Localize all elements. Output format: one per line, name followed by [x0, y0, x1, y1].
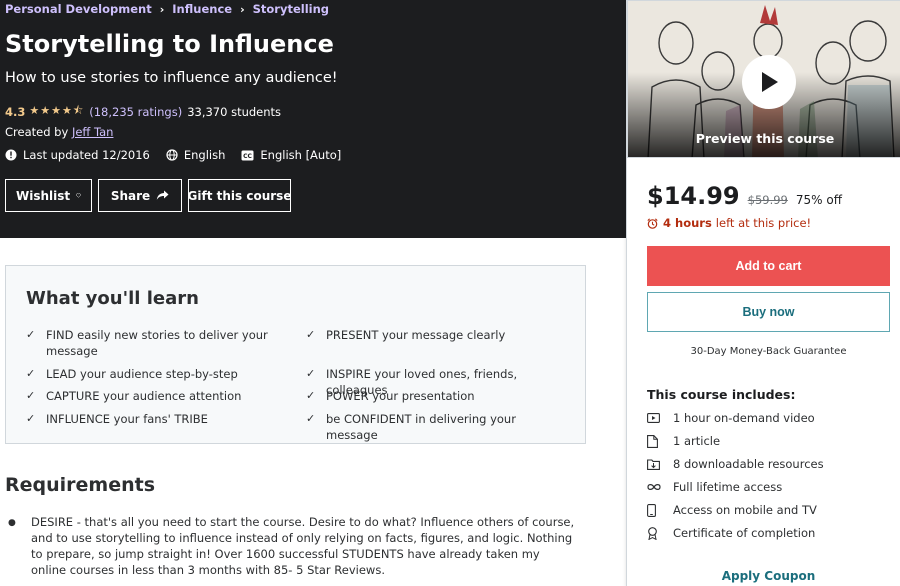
- play-icon: [762, 72, 778, 92]
- breadcrumb-personal-development[interactable]: Personal Development: [5, 2, 152, 16]
- chevron-right-icon: ›: [240, 2, 245, 16]
- language-text: English: [183, 148, 226, 162]
- check-icon: ✓: [26, 367, 36, 380]
- price-row: $14.99 $59.99 75% off: [647, 182, 842, 210]
- learn-title: What you'll learn: [26, 288, 199, 309]
- check-icon: ✓: [306, 328, 316, 341]
- time-left-hours: 4 hours: [663, 216, 712, 230]
- language: English: [166, 148, 226, 162]
- time-left: 4 hours left at this price!: [647, 216, 811, 230]
- heart-icon: [76, 193, 81, 198]
- learn-item-text: LEAD your audience step-by-step: [46, 367, 238, 381]
- include-item: 8 downloadable resources: [647, 457, 824, 471]
- created-by: Created by Jeff Tan: [5, 125, 113, 139]
- wishlist-label: Wishlist: [16, 188, 71, 203]
- what-youll-learn: What you'll learn ✓ FIND easily new stor…: [5, 265, 586, 444]
- learn-item-text: INFLUENCE your fans' TRIBE: [46, 412, 208, 426]
- include-item: Full lifetime access: [647, 480, 782, 494]
- discount-percent: 75% off: [795, 193, 842, 207]
- include-item-label: Access on mobile and TV: [673, 503, 817, 517]
- alarm-clock-icon: [647, 217, 658, 229]
- learn-item: ✓ CAPTURE your audience attention: [26, 388, 276, 404]
- purchase-sidebar: Preview this course $14.99 $59.99 75% of…: [626, 0, 900, 586]
- current-price: $14.99: [647, 182, 740, 210]
- buy-now-button[interactable]: Buy now: [647, 292, 890, 332]
- course-actions: Wishlist Share Gift this course: [5, 179, 297, 212]
- star-rating-icon: ★★★★⯪: [29, 104, 85, 117]
- breadcrumb: Personal Development › Influence › Story…: [5, 2, 329, 16]
- download-folder-icon: [647, 458, 673, 470]
- ratings-count-link[interactable]: (18,235 ratings): [89, 105, 182, 119]
- include-item: Access on mobile and TV: [647, 503, 817, 517]
- instructor-link[interactable]: Jeff Tan: [72, 125, 114, 139]
- check-icon: ✓: [26, 412, 36, 425]
- captions: CC English [Auto]: [241, 148, 341, 162]
- chevron-right-icon: ›: [159, 2, 165, 16]
- include-item-label: 1 hour on-demand video: [673, 411, 815, 425]
- learn-item-text: PRESENT your message clearly: [326, 328, 506, 342]
- svg-text:CC: CC: [243, 153, 252, 160]
- add-to-cart-button[interactable]: Add to cart: [647, 246, 890, 286]
- last-updated: Last updated 12/2016: [5, 148, 150, 162]
- share-label: Share: [110, 188, 151, 203]
- apply-coupon-link[interactable]: Apply Coupon: [647, 569, 890, 583]
- course-preview[interactable]: Preview this course: [627, 0, 900, 158]
- requirement-text: DESIRE - that's all you need to start th…: [31, 515, 575, 577]
- globe-icon: [166, 149, 178, 161]
- include-item-label: 8 downloadable resources: [673, 457, 824, 471]
- course-meta: Last updated 12/2016 English CC English …: [5, 148, 357, 162]
- play-button[interactable]: [742, 55, 796, 109]
- learn-item: ✓ PRESENT your message clearly: [306, 327, 556, 343]
- check-icon: ✓: [306, 389, 316, 402]
- bullet-icon: ●: [8, 518, 16, 528]
- breadcrumb-influence[interactable]: Influence: [172, 2, 232, 16]
- preview-label: Preview this course: [695, 131, 835, 146]
- mobile-icon: [647, 503, 673, 517]
- learn-item-text: FIND easily new stories to deliver your …: [46, 328, 268, 358]
- course-subtitle: How to use stories to influence any audi…: [5, 70, 338, 86]
- share-button[interactable]: Share: [98, 179, 182, 212]
- learn-item-text: POWER your presentation: [326, 389, 475, 403]
- learn-item: ✓ POWER your presentation: [306, 388, 556, 404]
- time-left-text: left at this price!: [715, 216, 812, 230]
- check-icon: ✓: [26, 328, 36, 341]
- requirements-title: Requirements: [5, 474, 156, 496]
- breadcrumb-storytelling[interactable]: Storytelling: [253, 2, 329, 16]
- certificate-icon: [647, 526, 673, 540]
- include-item-label: 1 article: [673, 434, 721, 448]
- include-item: 1 article: [647, 434, 720, 448]
- gift-course-button[interactable]: Gift this course: [188, 179, 291, 212]
- students-count: 33,370 students: [187, 104, 282, 119]
- money-back-guarantee: 30-Day Money-Back Guarantee: [690, 346, 847, 357]
- learn-item: ✓ FIND easily new stories to deliver you…: [26, 327, 276, 359]
- learn-item-text: be CONFIDENT in delivering your message: [326, 412, 516, 442]
- include-item-label: Full lifetime access: [673, 480, 783, 494]
- learn-item: ✓ LEAD your audience step-by-step: [26, 366, 276, 382]
- video-icon: [647, 412, 673, 424]
- wishlist-button[interactable]: Wishlist: [5, 179, 92, 212]
- check-icon: ✓: [306, 412, 316, 425]
- alert-badge-icon: [5, 149, 17, 161]
- rating-value: 4.3: [5, 104, 26, 119]
- learn-item: ✓ INFLUENCE your fans' TRIBE: [26, 411, 276, 427]
- captions-text: English [Auto]: [260, 148, 342, 162]
- include-item-label: Certificate of completion: [673, 526, 816, 540]
- last-updated-text: Last updated 12/2016: [23, 148, 150, 162]
- original-price: $59.99: [747, 193, 788, 207]
- course-title: Storytelling to Influence: [5, 30, 334, 58]
- buy-now-label: Buy now: [742, 305, 795, 319]
- share-arrow-icon: [156, 190, 169, 200]
- rating-summary: 4.3 ★★★★⯪ (18,235 ratings) 33,370 studen…: [5, 102, 281, 121]
- check-icon: ✓: [26, 389, 36, 402]
- learn-item-text: CAPTURE your audience attention: [46, 389, 242, 403]
- requirement-item: ● DESIRE - that's all you need to start …: [8, 514, 578, 578]
- include-item: 1 hour on-demand video: [647, 411, 815, 425]
- include-item: Certificate of completion: [647, 526, 815, 540]
- file-icon: [647, 434, 673, 448]
- infinity-icon: [647, 483, 673, 491]
- closed-captions-icon: CC: [241, 150, 254, 160]
- includes-title: This course includes:: [647, 387, 796, 402]
- learn-item: ✓ be CONFIDENT in delivering your messag…: [306, 411, 556, 443]
- created-by-label: Created by: [5, 125, 69, 139]
